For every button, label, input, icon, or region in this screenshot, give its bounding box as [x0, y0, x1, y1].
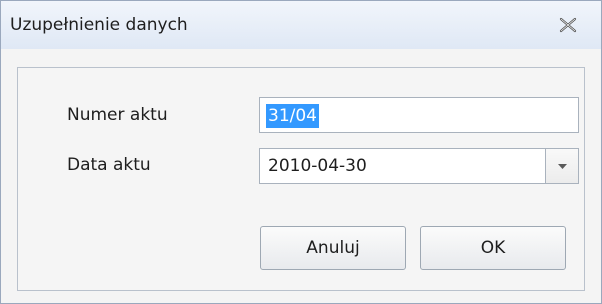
dialog-title: Uzupełnienie danych [10, 15, 188, 35]
data-aktu-value: 2010-04-30 [268, 156, 367, 176]
date-dropdown-button[interactable] [545, 149, 578, 183]
ok-button[interactable]: OK [420, 226, 566, 270]
title-bar: Uzupełnienie danych [1, 1, 601, 49]
numer-aktu-label: Numer aktu [67, 105, 168, 125]
numer-aktu-value: 31/04 [266, 104, 319, 128]
data-aktu-label: Data aktu [67, 155, 151, 175]
numer-aktu-input[interactable]: 31/04 [259, 97, 579, 133]
chevron-down-icon [558, 164, 567, 169]
cancel-button[interactable]: Anuluj [260, 226, 406, 270]
data-aktu-combobox[interactable]: 2010-04-30 [259, 148, 579, 184]
close-button[interactable] [557, 15, 579, 35]
close-icon [559, 17, 577, 33]
dialog-window: Uzupełnienie danych Numer aktu 31/04 Dat… [0, 0, 602, 304]
